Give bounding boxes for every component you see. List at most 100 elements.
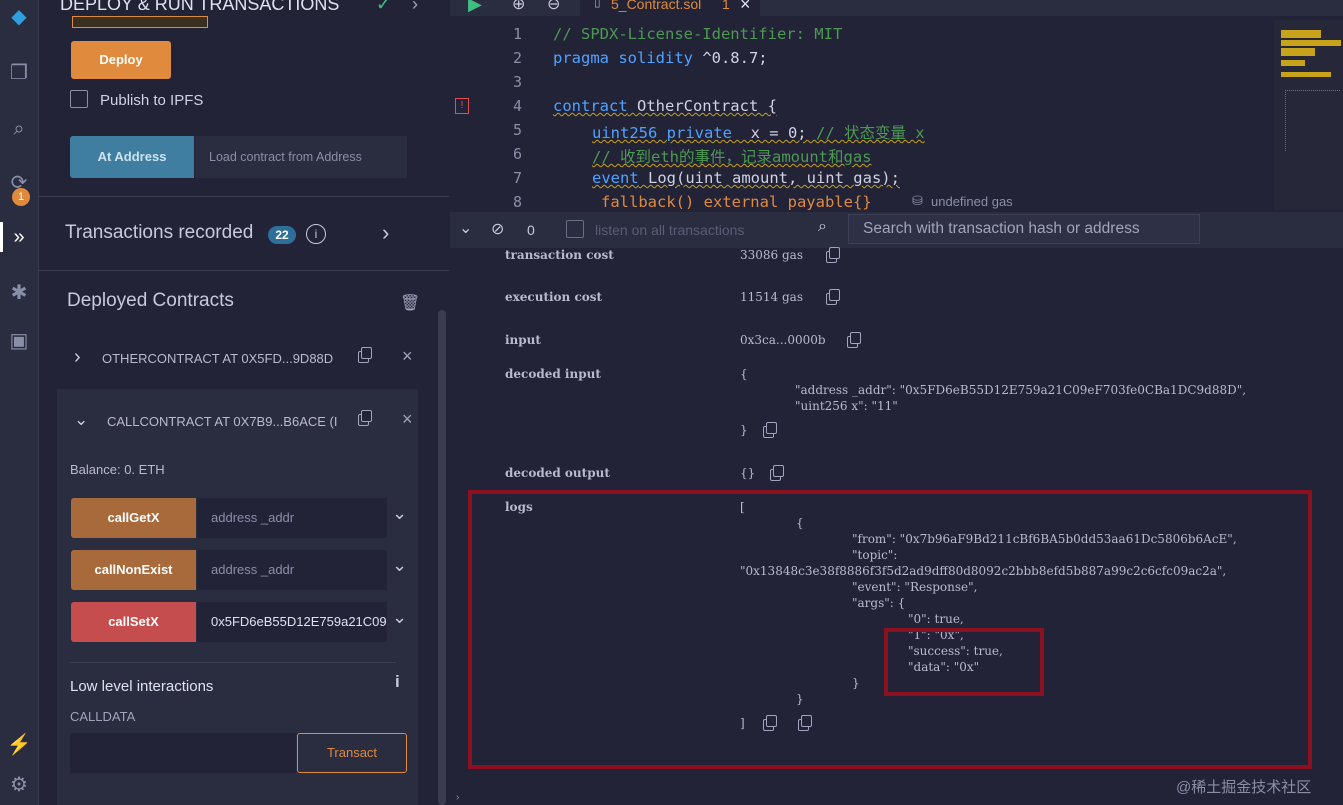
plugin-icon[interactable]: ▣ — [0, 326, 38, 356]
copy-icon[interactable] — [763, 422, 777, 438]
zoom-in-icon[interactable]: ⊕ — [512, 0, 525, 14]
zoom-out-icon[interactable]: ⊖ — [547, 0, 560, 14]
truncated-tooltip — [72, 16, 208, 28]
transaction-cost-label: transaction cost — [505, 248, 614, 262]
callnonexist-input[interactable]: address _addr — [197, 550, 387, 590]
line-number: 2 — [512, 49, 522, 67]
callsetx-input[interactable]: 0x5FD6eB55D12E759a21C09e — [197, 602, 387, 642]
gas-hint-icon: ⛁ — [912, 193, 923, 208]
info-icon[interactable]: i — [306, 224, 326, 244]
line-number: 1 — [512, 25, 522, 43]
chevron-right-icon[interactable]: › — [382, 220, 389, 246]
code-line-5: uint256 private x = 0; // 状态变量 x — [592, 124, 925, 142]
info-icon[interactable]: i — [395, 672, 400, 692]
chevron-down-icon[interactable]: ⌄ — [392, 607, 407, 628]
copy-icon[interactable] — [358, 347, 372, 363]
publish-ipfs-checkbox[interactable] — [70, 90, 88, 108]
tab-filename: 5_Contract.sol — [611, 0, 702, 12]
debugger-icon[interactable]: ✱ — [0, 278, 38, 308]
deploy-button[interactable]: Deploy — [71, 41, 171, 79]
deploy-run-icon[interactable]: » — [0, 222, 38, 252]
divider — [70, 662, 396, 663]
callnonexist-button[interactable]: callNonExist — [71, 550, 196, 590]
copy-icon[interactable] — [770, 465, 784, 481]
code-line-6: // 收到eth的事件，记录amount和gas — [592, 148, 872, 166]
copy-icon[interactable] — [847, 332, 861, 348]
at-address-button[interactable]: At Address — [70, 136, 194, 178]
contract-item-othercontract[interactable]: OTHERCONTRACT AT 0X5FD...9D88D — [102, 351, 333, 366]
file-icon: ▯ — [594, 0, 601, 9]
callsetx-button[interactable]: callSetX — [71, 602, 196, 642]
decoded-input-label: decoded input — [505, 367, 601, 381]
collapse-terminal-icon[interactable]: ⌄ — [459, 218, 472, 238]
divider — [39, 196, 449, 197]
transaction-cost-value: 33086 gas — [740, 248, 803, 262]
code-line-2: pragma solidity ^0.8.7; — [553, 49, 768, 67]
panel-title: DEPLOY & RUN TRANSACTIONS — [60, 0, 340, 14]
decoded-input-line: "address _addr": "0x5FD6eB55D12E759a21C0… — [795, 383, 1247, 397]
line-number: 6 — [512, 145, 522, 163]
success-highlight-box — [884, 628, 1044, 696]
line-number: 3 — [512, 73, 522, 91]
settings-icon[interactable]: ⚙ — [0, 770, 38, 800]
calldata-label: CALLDATA — [70, 709, 136, 724]
panel-scrollbar[interactable] — [438, 310, 446, 805]
contract-item-callcontract[interactable]: CALLCONTRACT AT 0X7B9...B6ACE (I — [107, 414, 337, 429]
callgetx-button[interactable]: callGetX — [71, 498, 196, 538]
chevron-right-icon[interactable]: › — [412, 0, 418, 15]
code-line-4: contract OtherContract { — [553, 97, 777, 115]
minimap-mark — [1281, 40, 1341, 46]
transactions-count-badge: 22 — [268, 226, 296, 244]
trash-icon[interactable]: 🗑 — [400, 293, 420, 313]
line-number: 8 — [512, 193, 522, 211]
low-level-interactions-label: Low level interactions — [70, 678, 214, 695]
chevron-down-icon[interactable]: ⌄ — [392, 503, 407, 524]
calldata-input[interactable] — [70, 733, 296, 773]
minimap-mark — [1281, 30, 1321, 38]
warning-gutter-icon[interactable]: ! — [455, 98, 469, 114]
at-address-input[interactable]: Load contract from Address — [195, 136, 407, 178]
execution-cost-label: execution cost — [505, 290, 603, 304]
terminal-search-input[interactable]: Search with transaction hash or address — [848, 214, 1200, 244]
copy-icon[interactable] — [358, 410, 372, 426]
close-icon[interactable]: × — [402, 409, 413, 430]
chevron-down-icon[interactable]: ⌄ — [392, 555, 407, 576]
decoded-output-label: decoded output — [505, 466, 610, 480]
copy-icon[interactable] — [826, 247, 840, 263]
close-icon[interactable]: × — [740, 0, 751, 15]
code-line-8: fallback() external payable{} — [601, 193, 872, 211]
code-line-7: event Log(uint amount, uint gas); — [592, 169, 900, 187]
input-label: input — [505, 333, 541, 347]
chevron-right-icon[interactable]: › — [74, 346, 81, 369]
plug-icon[interactable]: ⚡ — [0, 730, 38, 760]
decoded-input-line: "uint256 x": "11" — [795, 399, 898, 413]
code-line-1: // SPDX-License-Identifier: MIT — [553, 25, 843, 43]
pending-count: 0 — [527, 222, 535, 238]
listen-all-checkbox[interactable] — [566, 220, 584, 238]
clear-terminal-icon[interactable]: ⊘ — [491, 219, 504, 239]
search-icon[interactable]: ⌕ — [0, 114, 38, 144]
run-icon[interactable]: ▶ — [468, 0, 482, 15]
publish-ipfs-label: Publish to IPFS — [100, 92, 204, 109]
line-number: 4 — [512, 97, 522, 115]
remix-logo-icon[interactable]: ◆ — [0, 2, 38, 32]
close-icon[interactable]: × — [402, 346, 413, 367]
minimap-mark — [1281, 60, 1305, 66]
copy-icon[interactable] — [826, 289, 840, 305]
search-icon: ⌕ — [818, 218, 827, 235]
chevron-down-icon[interactable]: ⌄ — [74, 410, 88, 430]
listen-all-label: listen on all transactions — [595, 222, 745, 238]
icon-sidebar: ◆ ❐ ⌕ ⟳ 1 » ✱ ▣ ⚡ ⚙ — [0, 0, 39, 805]
check-icon: ✓ — [376, 0, 392, 14]
transactions-recorded-label[interactable]: Transactions recorded — [65, 222, 253, 244]
deployed-contracts-label: Deployed Contracts — [67, 290, 234, 311]
decoded-input-line: { — [740, 367, 748, 381]
transact-button[interactable]: Transact — [297, 733, 407, 773]
tab-warning-count: 1 — [722, 0, 730, 12]
divider — [39, 270, 449, 271]
callgetx-input[interactable]: address _addr — [197, 498, 387, 538]
watermark: @稀土掘金技术社区 — [1176, 779, 1312, 796]
decoded-input-line: } — [740, 423, 748, 437]
file-explorer-icon[interactable]: ❐ — [0, 58, 38, 88]
line-number: 7 — [512, 169, 522, 187]
